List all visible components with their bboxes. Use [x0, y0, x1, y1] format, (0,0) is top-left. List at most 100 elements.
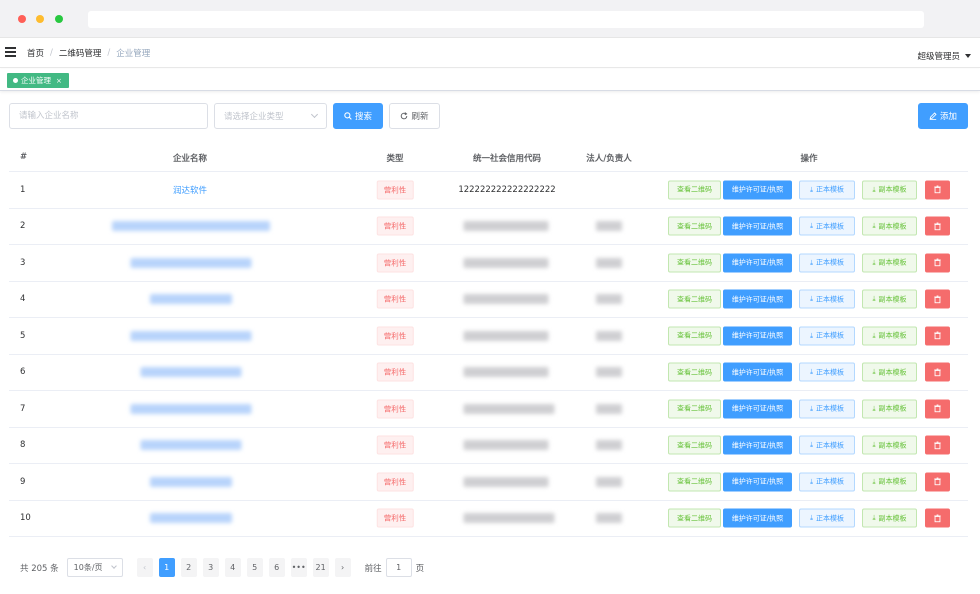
enterprise-name-redacted[interactable]	[150, 476, 232, 487]
maintain-license-button[interactable]: 维护许可证/执照	[723, 435, 792, 455]
page-size-select[interactable]: 10条/页	[66, 558, 123, 577]
add-button[interactable]: 添加	[918, 103, 968, 129]
user-menu[interactable]: 超级管理员	[917, 50, 971, 62]
delete-button[interactable]	[925, 216, 950, 236]
trash-icon	[934, 331, 941, 340]
download-icon: ⤓	[809, 404, 814, 413]
page-button[interactable]: 4	[224, 558, 241, 577]
breadcrumb-home[interactable]: 首页	[27, 47, 44, 59]
address-bar[interactable]	[88, 11, 924, 28]
original-template-button[interactable]: ⤓ 正本模板	[799, 399, 855, 419]
maintain-license-button[interactable]: 维护许可证/执照	[723, 472, 792, 492]
view-qrcode-label: 查看二维码	[677, 258, 712, 267]
type-cell: 营利性	[376, 399, 414, 419]
hamburger-menu-icon[interactable]	[5, 47, 16, 57]
page-button[interactable]: 5	[246, 558, 263, 577]
delete-button[interactable]	[925, 289, 950, 309]
copy-template-button[interactable]: ⤓ 副本模板	[862, 326, 917, 346]
view-qrcode-button[interactable]: 查看二维码	[668, 180, 721, 200]
view-qrcode-button[interactable]: 查看二维码	[668, 399, 721, 419]
enterprise-name-redacted[interactable]	[112, 221, 270, 232]
page-button[interactable]: 3	[202, 558, 219, 577]
type-badge: 营利性	[376, 399, 414, 419]
enterprise-name-redacted[interactable]	[150, 513, 232, 524]
original-template-button[interactable]: ⤓ 正本模板	[799, 289, 855, 309]
enterprise-type-select[interactable]: 请选择企业类型	[214, 103, 327, 129]
trash-icon	[934, 295, 941, 303]
enterprise-name-link[interactable]: 润达软件	[173, 184, 207, 196]
enterprise-name-redacted[interactable]	[140, 367, 241, 378]
page-ellipsis[interactable]: •••	[290, 558, 307, 577]
view-qrcode-button[interactable]: 查看二维码	[668, 472, 721, 492]
copy-template-button[interactable]: ⤓ 副本模板	[862, 508, 917, 528]
page-button[interactable]: 1	[158, 558, 175, 577]
copy-template-label: 副本模板	[878, 331, 907, 340]
legal-person-redacted	[596, 476, 622, 487]
maintain-license-button[interactable]: 维护许可证/执照	[723, 508, 792, 528]
delete-button[interactable]	[925, 180, 950, 200]
page-button[interactable]: 2	[180, 558, 197, 577]
view-qrcode-button[interactable]: 查看二维码	[668, 362, 721, 382]
original-template-button[interactable]: ⤓ 正本模板	[799, 362, 855, 382]
close-icon[interactable]: ×	[56, 77, 62, 85]
delete-button[interactable]	[925, 253, 950, 273]
delete-button[interactable]	[925, 435, 950, 455]
original-template-button[interactable]: ⤓ 正本模板	[799, 472, 855, 492]
enterprise-name-redacted[interactable]	[150, 294, 232, 305]
enterprise-name-redacted[interactable]	[130, 257, 251, 268]
search-button[interactable]: 搜索	[333, 103, 383, 129]
copy-template-button[interactable]: ⤓ 副本模板	[862, 399, 917, 419]
enterprise-name-redacted[interactable]	[130, 403, 251, 414]
original-template-button[interactable]: ⤓ 正本模板	[799, 508, 855, 528]
enterprise-name-input[interactable]	[9, 103, 208, 129]
copy-template-button[interactable]: ⤓ 副本模板	[862, 253, 917, 273]
maintain-license-button[interactable]: 维护许可证/执照	[723, 180, 792, 200]
view-qrcode-button[interactable]: 查看二维码	[668, 253, 721, 273]
original-template-button[interactable]: ⤓ 正本模板	[799, 216, 855, 236]
prev-page-button[interactable]: ‹	[136, 558, 153, 577]
enterprise-name-redacted[interactable]	[140, 440, 241, 451]
maintain-license-button[interactable]: 维护许可证/执照	[723, 326, 792, 346]
delete-button[interactable]	[925, 326, 950, 346]
original-template-button[interactable]: ⤓ 正本模板	[799, 253, 855, 273]
maintain-license-button[interactable]: 维护许可证/执照	[723, 399, 792, 419]
copy-template-button[interactable]: ⤓ 副本模板	[862, 289, 917, 309]
page-button[interactable]: 21	[312, 558, 329, 577]
window-maximize-dot[interactable]	[55, 15, 63, 23]
view-qrcode-button[interactable]: 查看二维码	[668, 289, 721, 309]
view-qrcode-button[interactable]: 查看二维码	[668, 508, 721, 528]
original-template-button[interactable]: ⤓ 正本模板	[799, 180, 855, 200]
original-template-button[interactable]: ⤓ 正本模板	[799, 326, 855, 346]
maintain-license-button[interactable]: 维护许可证/执照	[723, 289, 792, 309]
view-qrcode-button[interactable]: 查看二维码	[668, 435, 721, 455]
refresh-button[interactable]: 刷新	[389, 103, 440, 129]
view-qrcode-button[interactable]: 查看二维码	[668, 216, 721, 236]
maintain-license-button[interactable]: 维护许可证/执照	[723, 216, 792, 236]
copy-template-button[interactable]: ⤓ 副本模板	[862, 362, 917, 382]
goto-page-input[interactable]: 1	[385, 558, 412, 577]
tag-label: 企业管理	[21, 76, 51, 85]
copy-template-button[interactable]: ⤓ 副本模板	[862, 216, 917, 236]
maintain-license-button[interactable]: 维护许可证/执照	[723, 362, 792, 382]
copy-template-button[interactable]: ⤓ 副本模板	[862, 435, 917, 455]
delete-button[interactable]	[925, 508, 950, 528]
original-template-label: 正本模板	[816, 185, 845, 194]
copy-template-label: 副本模板	[878, 368, 907, 377]
original-template-button[interactable]: ⤓ 正本模板	[799, 435, 855, 455]
copy-template-button[interactable]: ⤓ 副本模板	[862, 180, 917, 200]
delete-button[interactable]	[925, 472, 950, 492]
copy-template-button[interactable]: ⤓ 副本模板	[862, 472, 917, 492]
delete-button[interactable]	[925, 399, 950, 419]
enterprise-name-redacted[interactable]	[130, 330, 251, 341]
maintain-license-button[interactable]: 维护许可证/执照	[723, 253, 792, 273]
view-qrcode-button[interactable]: 查看二维码	[668, 326, 721, 346]
breadcrumb-qrcode-management[interactable]: 二维码管理	[59, 47, 102, 59]
tag-enterprise-management[interactable]: 企业管理 ×	[7, 73, 69, 88]
breadcrumb: 首页 / 二维码管理 / 企业管理	[27, 47, 150, 59]
window-minimize-dot[interactable]	[36, 15, 44, 23]
delete-button[interactable]	[925, 362, 950, 382]
next-page-button[interactable]: ›	[334, 558, 351, 577]
page-button[interactable]: 6	[268, 558, 285, 577]
column-header-actions: 操作	[800, 154, 818, 164]
window-close-dot[interactable]	[18, 15, 26, 23]
